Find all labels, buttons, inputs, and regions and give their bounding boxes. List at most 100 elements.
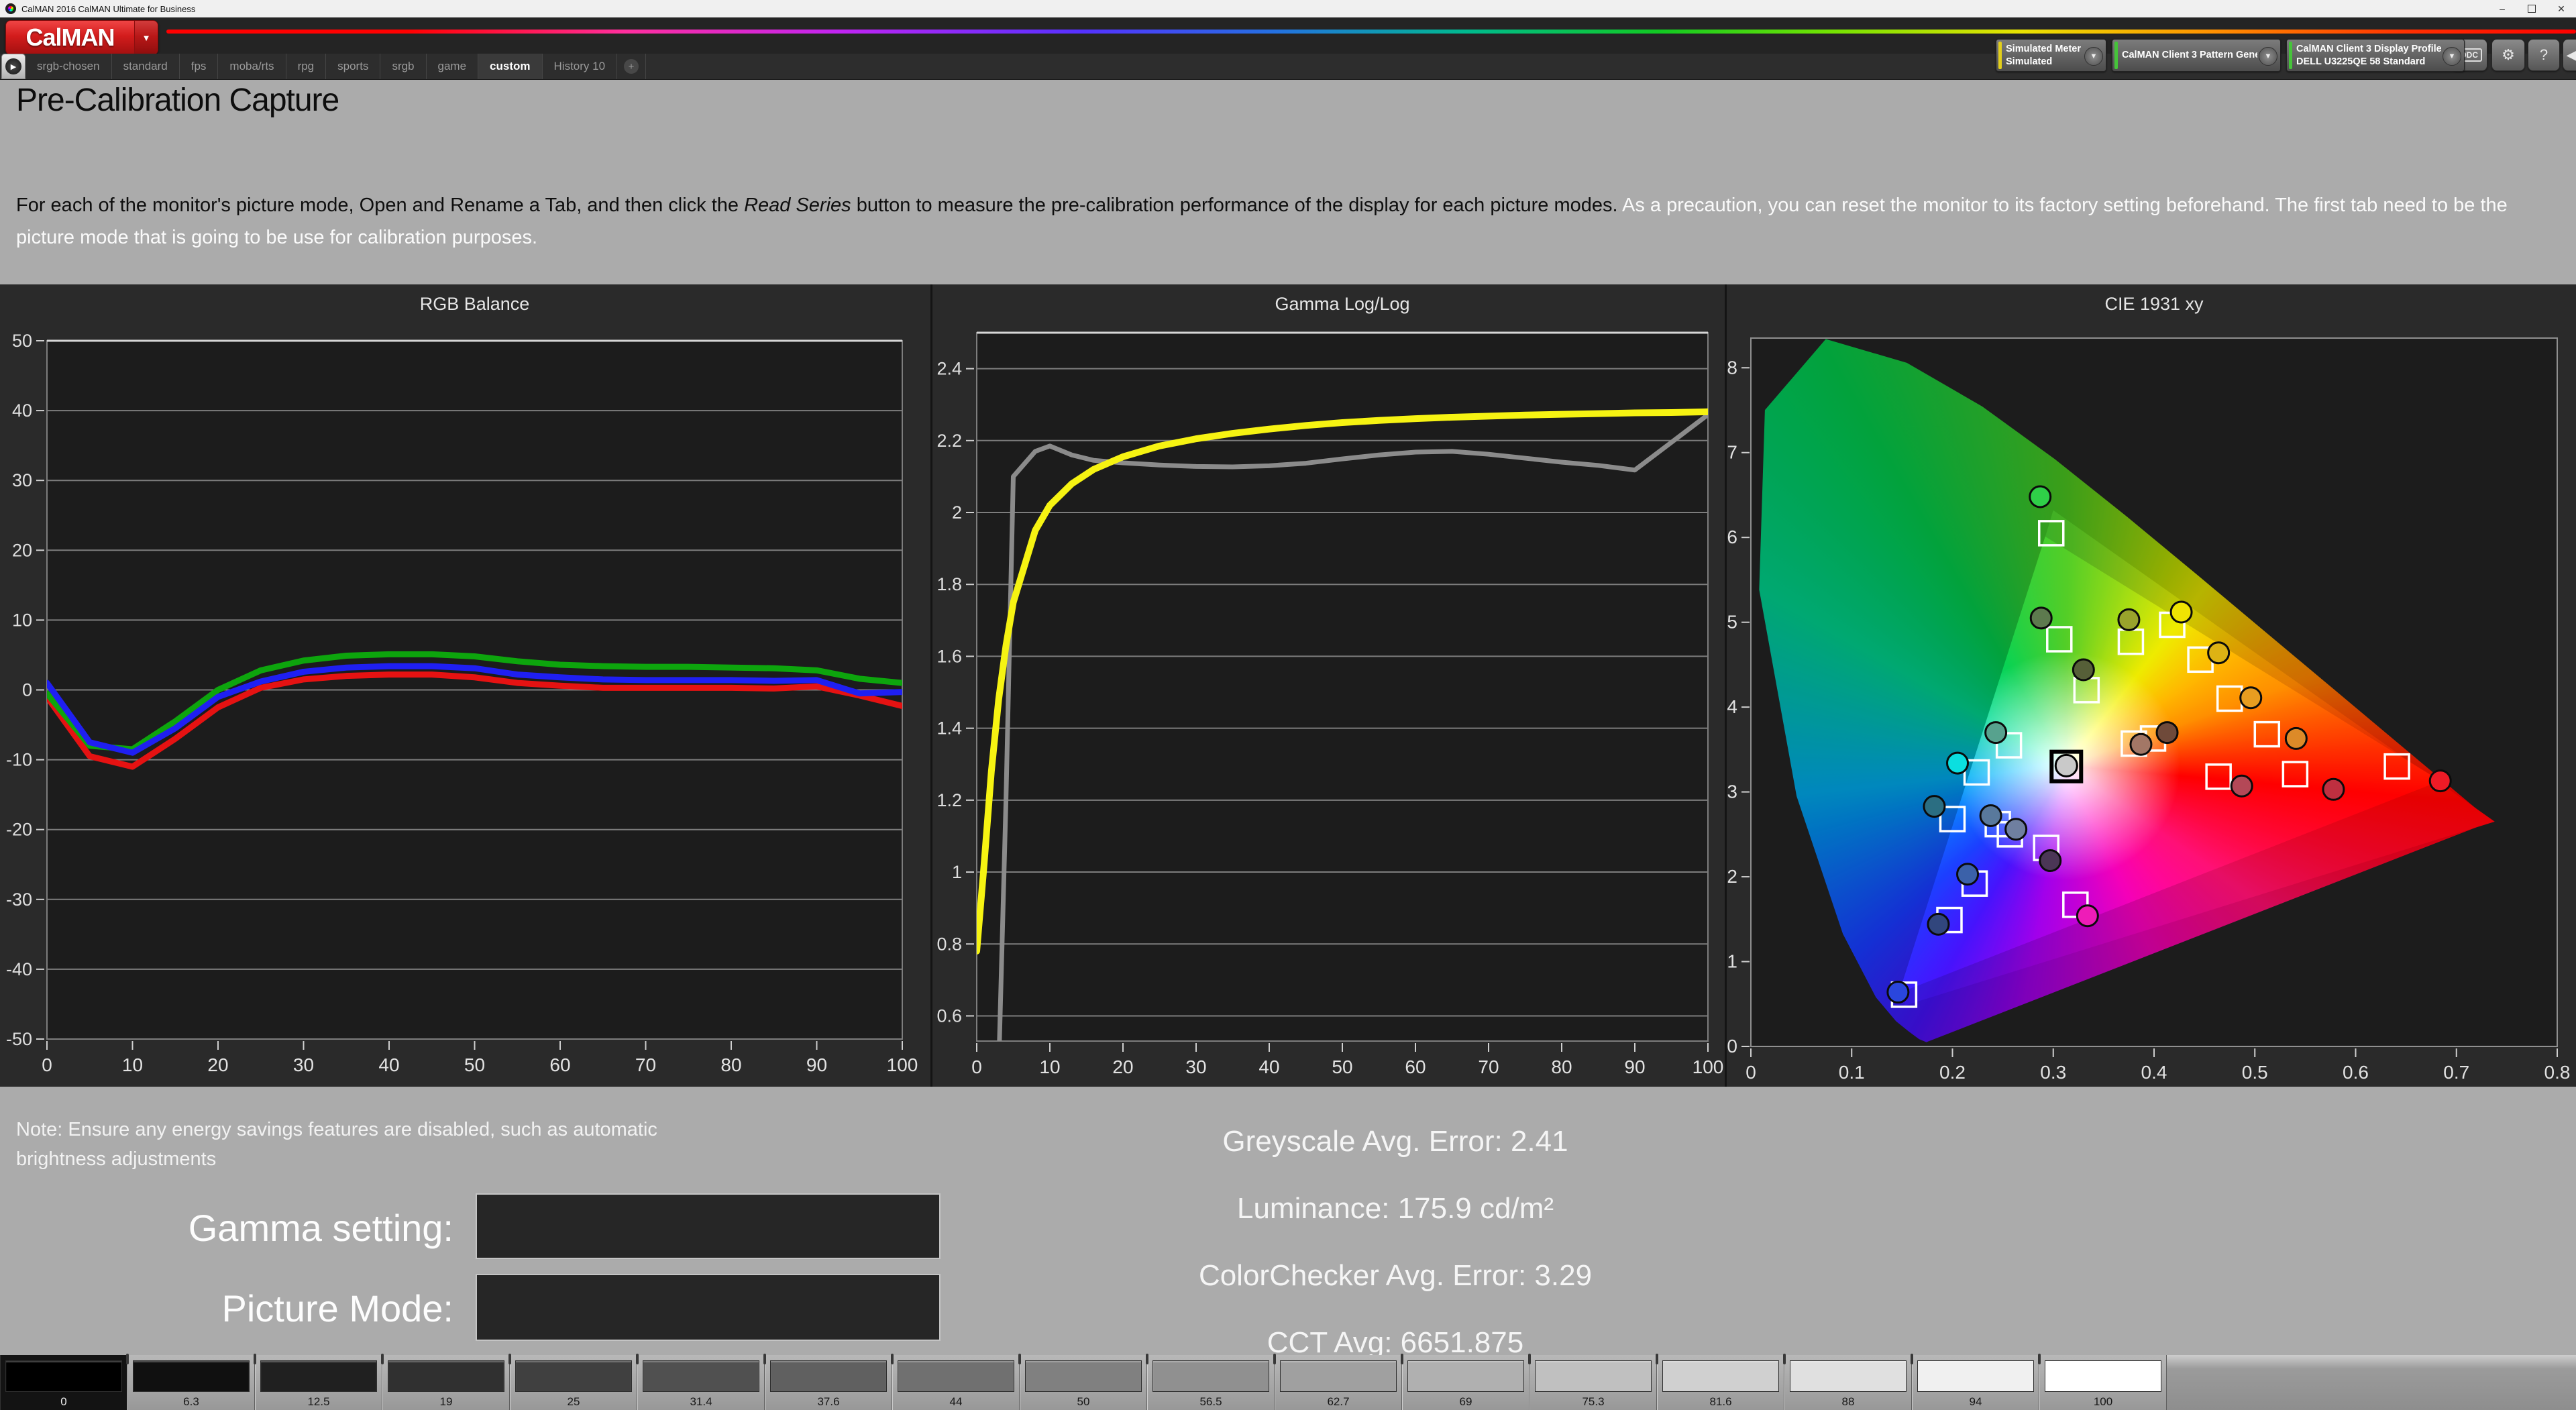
svg-text:10: 10 <box>12 610 32 630</box>
pattern-swatch-25[interactable]: 25 <box>508 1354 637 1410</box>
svg-text:0.7: 0.7 <box>2443 1062 2469 1083</box>
cie-1931-chart: CIE 1931 xy0.80.70.60.50.40.30.20.1000.1… <box>1727 284 2576 1087</box>
pattern-swatch-69[interactable]: 69 <box>1401 1354 1529 1410</box>
tab-scroll-button[interactable]: ▶ <box>1 54 25 79</box>
tab-moba-rts[interactable]: moba/rts <box>218 54 286 79</box>
cie-measured-point <box>2029 606 2053 630</box>
stat-line: Greyscale Avg. Error: 2.41 <box>1222 1125 1568 1158</box>
cie-target-square <box>2253 720 2281 748</box>
calman-app: CalMAN 2016 CalMAN Ultimate for Business… <box>0 0 2576 1410</box>
pattern-swatch-81.6[interactable]: 81.6 <box>1656 1354 1784 1410</box>
cie-white-point <box>2054 753 2078 777</box>
pattern-swatch-37.6[interactable]: 37.6 <box>763 1354 892 1410</box>
minimize-icon[interactable]: – <box>2487 0 2517 17</box>
swatch-label: 75.3 <box>1582 1395 1605 1408</box>
pattern-swatch-0[interactable]: 0 <box>0 1355 127 1410</box>
swatch-color <box>1025 1360 1142 1392</box>
meter-line2: Simulated <box>2006 56 2053 67</box>
swatch-pin <box>1783 1354 1786 1364</box>
calman-menu-button[interactable]: CalMAN ▼ <box>5 20 158 55</box>
swatch-pin <box>381 1354 384 1364</box>
play-icon: ▶ <box>5 58 21 74</box>
chevron-down-icon[interactable]: ▼ <box>134 21 158 54</box>
page-title: Pre-Calibration Capture <box>16 83 339 118</box>
swatch-pin <box>254 1354 256 1364</box>
svg-text:0.2: 0.2 <box>1727 866 1737 887</box>
settings-button[interactable]: ⚙ <box>2491 39 2525 71</box>
cie-target-square <box>2037 520 2065 547</box>
svg-text:60: 60 <box>549 1054 570 1075</box>
tab-sports[interactable]: sports <box>326 54 381 79</box>
picture-mode-label: Picture Mode: <box>221 1287 454 1330</box>
cie-measured-point <box>2039 849 2062 873</box>
svg-text:80: 80 <box>720 1054 741 1075</box>
chevron-down-icon[interactable]: ▼ <box>2084 46 2103 66</box>
swatch-pin <box>1018 1354 1021 1364</box>
tab-custom[interactable]: custom <box>478 54 543 79</box>
tab-srgb-chosen[interactable]: srgb-chosen <box>25 54 112 79</box>
svg-text:-50: -50 <box>6 1029 32 1049</box>
pattern-swatch-94[interactable]: 94 <box>1911 1354 2039 1410</box>
cie-measured-point <box>2117 608 2141 631</box>
pattern-swatch-12.5[interactable]: 12.5 <box>254 1354 382 1410</box>
svg-text:0.2: 0.2 <box>1939 1062 1966 1083</box>
tab-add[interactable]: + <box>617 54 647 79</box>
tab-rpg[interactable]: rpg <box>286 54 327 79</box>
display-profiler-dropdown[interactable]: CalMAN Client 3 Display Profiler DELL U32… <box>2286 39 2465 72</box>
pattern-swatch-31.4[interactable]: 31.4 <box>636 1354 765 1410</box>
svg-text:100: 100 <box>1693 1056 1724 1077</box>
pattern-swatch-75.3[interactable]: 75.3 <box>1528 1354 1657 1410</box>
meter-dropdown[interactable]: Simulated Meter Simulated ▼ <box>1996 39 2106 72</box>
pattern-swatch-50[interactable]: 50 <box>1018 1354 1147 1410</box>
swatch-label: 6.3 <box>183 1395 199 1408</box>
meter-line2: DELL U3225QE 58 Standard <box>2296 56 2426 67</box>
pattern-swatch-56.5[interactable]: 56.5 <box>1146 1354 1275 1410</box>
swatch-color <box>515 1360 632 1392</box>
pattern-swatch-6.3[interactable]: 6.3 <box>126 1354 255 1410</box>
help-button[interactable]: ? <box>2528 39 2560 71</box>
swatch-pin <box>508 1354 511 1364</box>
maximize-icon[interactable] <box>2517 0 2546 17</box>
svg-text:100: 100 <box>887 1054 918 1075</box>
svg-text:-10: -10 <box>6 750 32 770</box>
cie-target-square <box>2073 677 2100 704</box>
cie-measured-point <box>2129 733 2153 756</box>
svg-text:0.4: 0.4 <box>1727 696 1737 717</box>
cie-measured-point <box>2322 777 2345 801</box>
chevron-down-icon[interactable]: ▼ <box>2259 46 2277 66</box>
svg-text:-20: -20 <box>6 820 32 840</box>
swatch-label: 12.5 <box>307 1395 330 1408</box>
picture-mode-input[interactable] <box>477 1275 939 1340</box>
swatch-pin <box>1656 1354 1658 1364</box>
pattern-swatch-100[interactable]: 100 <box>2038 1354 2167 1410</box>
svg-text:0.4: 0.4 <box>2141 1062 2167 1083</box>
cie-canvas: 0.8 0.7 0.6 0.5 0.4 0.3 0.2 0.1 00 0.1 0.2 0.3 0.4 0.… <box>1727 337 2571 1083</box>
tab-srgb[interactable]: srgb <box>380 54 427 79</box>
tab-standard[interactable]: standard <box>112 54 180 79</box>
window-titlebar: CalMAN 2016 CalMAN Ultimate for Business… <box>0 0 2576 18</box>
pattern-swatch-88[interactable]: 88 <box>1783 1354 1912 1410</box>
intro-part-b: button to measure the pre-calibration pe… <box>851 195 1618 216</box>
tab-game[interactable]: game <box>427 54 479 79</box>
chevron-down-icon[interactable]: ▼ <box>2443 46 2461 66</box>
svg-text:1: 1 <box>952 862 962 882</box>
meter-line1: Simulated Meter <box>2006 43 2081 54</box>
svg-text:1.4: 1.4 <box>936 718 962 739</box>
pattern-swatch-44[interactable]: 44 <box>891 1354 1020 1410</box>
tab-fps[interactable]: fps <box>180 54 219 79</box>
swatch-color <box>643 1360 759 1392</box>
collapse-button[interactable]: ◀ <box>2563 39 2576 71</box>
cie-measured-point <box>1927 912 1950 936</box>
cie-measured-point <box>1886 981 1910 1004</box>
pattern-generator-dropdown[interactable]: CalMAN Client 3 Pattern Generator▼ <box>2112 39 2281 72</box>
gamma-setting-input[interactable] <box>477 1195 939 1258</box>
tab-history-10[interactable]: History 10 <box>543 54 618 79</box>
close-icon[interactable]: ✕ <box>2546 0 2576 17</box>
svg-text:0: 0 <box>1746 1062 1756 1083</box>
svg-text:0.8: 0.8 <box>2544 1062 2571 1083</box>
cie-measured-point <box>1956 863 1980 886</box>
svg-text:50: 50 <box>464 1054 485 1075</box>
pattern-swatch-19[interactable]: 19 <box>381 1354 510 1410</box>
pattern-swatch-62.7[interactable]: 62.7 <box>1273 1354 1402 1410</box>
svg-text:90: 90 <box>1624 1056 1645 1077</box>
